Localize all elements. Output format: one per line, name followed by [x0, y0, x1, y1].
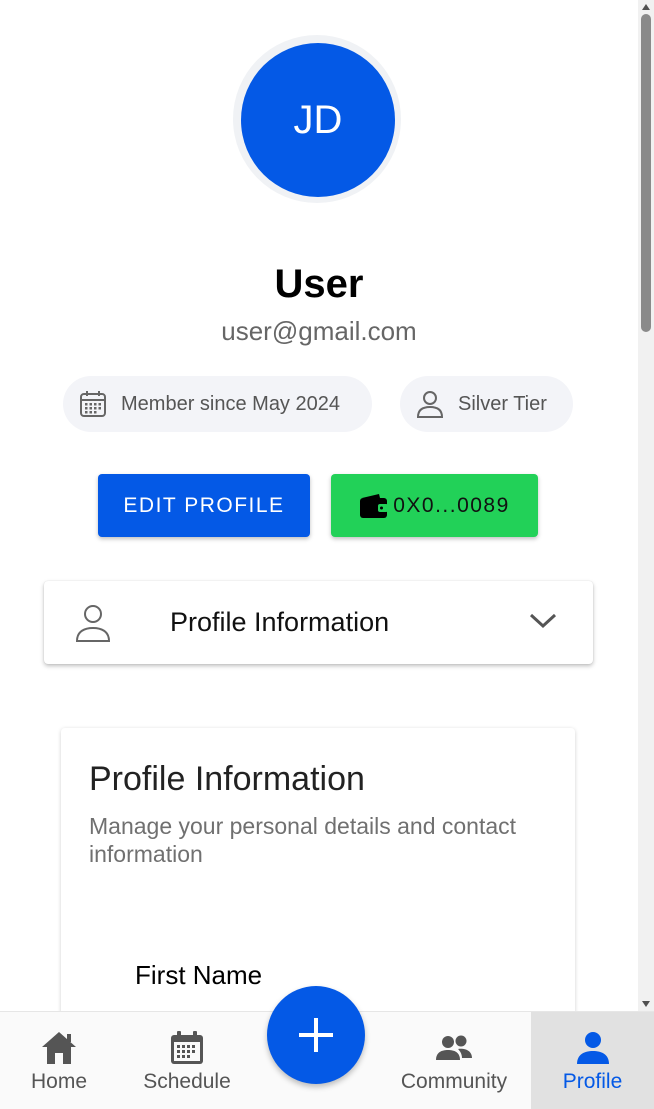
card-title: Profile Information — [89, 760, 365, 798]
add-button[interactable] — [267, 986, 365, 1084]
scroll-up-arrow[interactable] — [642, 4, 650, 10]
calendar-icon — [80, 391, 106, 417]
accordion-label: Profile Information — [170, 607, 390, 637]
group-icon — [436, 1035, 472, 1060]
nav-item-home[interactable]: Home — [0, 1012, 118, 1109]
tier-chip: Silver Tier — [400, 376, 573, 432]
user-email: user@gmail.com — [221, 316, 417, 346]
card-description: Manage your personal details and contact… — [89, 813, 517, 867]
nav-label-community: Community — [400, 1070, 508, 1093]
wallet-icon — [360, 493, 389, 518]
member-since-chip: Member since May 2024 — [63, 376, 372, 432]
calendar-icon — [171, 1031, 203, 1064]
scroll-content: JD User user@gmail.com Member since May … — [0, 0, 638, 1011]
plus-icon — [299, 1018, 333, 1052]
nav-label-home: Home — [30, 1070, 88, 1093]
first-name-label: First Name — [135, 960, 263, 990]
scroll-thumb[interactable] — [641, 14, 651, 332]
wallet-button[interactable]: 0X0...0089 — [331, 474, 538, 537]
nav-label-schedule: Schedule — [143, 1070, 231, 1093]
scroll-down-arrow[interactable] — [642, 1001, 650, 1007]
wallet-address: 0X0...0089 — [393, 493, 510, 517]
avatar[interactable]: JD — [241, 43, 395, 197]
chevron-down-icon[interactable] — [528, 611, 558, 631]
user-name: User — [274, 262, 364, 306]
profile-information-accordion[interactable]: Profile Information — [44, 581, 593, 664]
person-outline-icon — [75, 605, 111, 642]
person-icon — [576, 1032, 609, 1064]
nav-label-profile: Profile — [562, 1070, 623, 1093]
person-outline-icon — [416, 391, 444, 418]
profile-information-card: Profile Information Manage your personal… — [61, 728, 575, 1011]
tier-text: Silver Tier — [458, 392, 547, 415]
nav-item-profile[interactable]: Profile — [531, 1012, 654, 1109]
edit-profile-button[interactable]: EDIT PROFILE — [98, 474, 310, 537]
home-icon — [42, 1032, 76, 1064]
nav-item-schedule[interactable]: Schedule — [124, 1012, 250, 1109]
member-since-text: Member since May 2024 — [121, 392, 340, 415]
profile-screen: JD User user@gmail.com Member since May … — [0, 0, 654, 1109]
scrollbar[interactable] — [638, 0, 654, 1011]
nav-item-community[interactable]: Community — [388, 1012, 520, 1109]
